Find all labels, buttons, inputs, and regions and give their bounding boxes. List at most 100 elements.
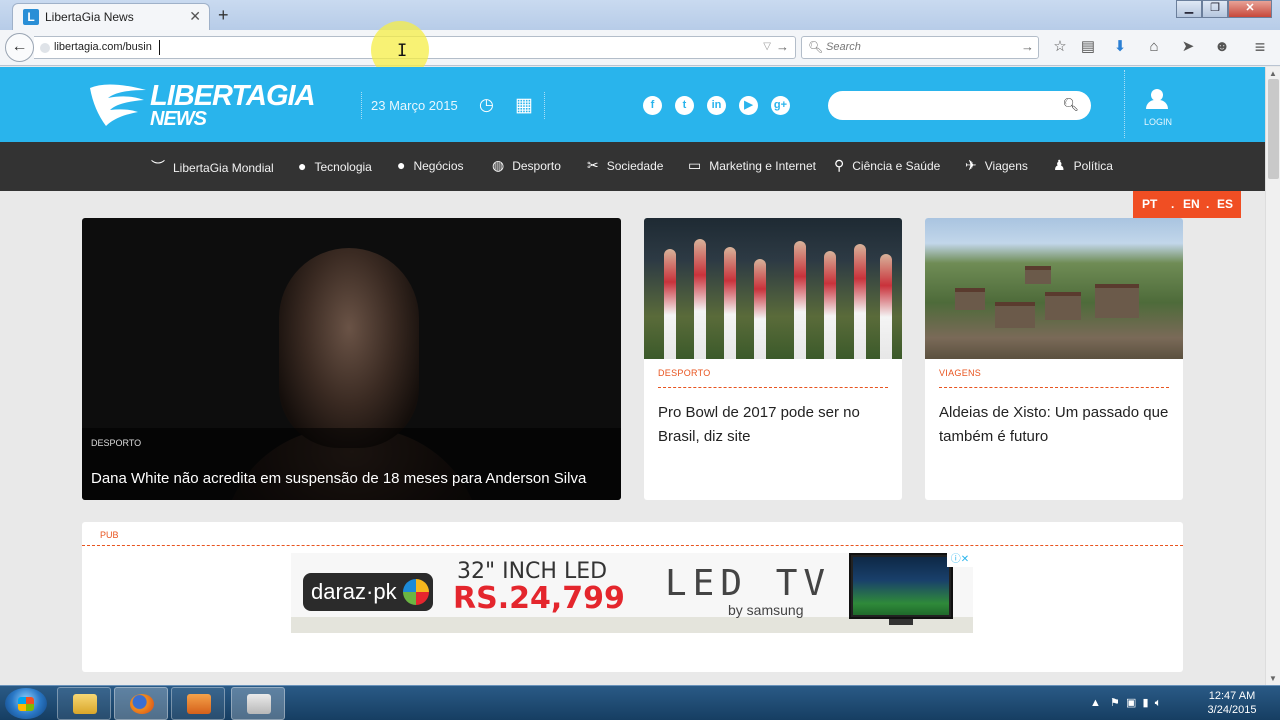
feature-category[interactable]: DESPORTO: [91, 438, 141, 448]
user-icon-body: [1146, 100, 1168, 109]
feature-title[interactable]: Dana White não acredita em suspensão de …: [91, 470, 586, 487]
browser-tab[interactable]: L LibertaGia News ✕: [12, 3, 210, 30]
system-tray[interactable]: ▲ ⚑ ▣ ▮ 🔈︎: [1090, 696, 1161, 710]
search-icon[interactable]: 🔍︎: [1062, 97, 1079, 113]
site-identity-icon[interactable]: [40, 43, 50, 53]
new-tab-icon[interactable]: +: [218, 5, 229, 26]
ad-footer-strip: [291, 617, 973, 633]
wings-logo-icon: [90, 84, 146, 126]
brand-ball-icon: [403, 579, 429, 605]
lang-pt[interactable]: PT: [1142, 197, 1157, 211]
lang-en[interactable]: EN: [1183, 197, 1200, 211]
nav-item-tecnologia[interactable]: ● Tecnologia: [298, 158, 372, 174]
header-divider: [1124, 70, 1125, 138]
reading-list-icon[interactable]: ▤: [1077, 36, 1099, 58]
article-category[interactable]: DESPORTO: [658, 368, 711, 378]
image-figure: [694, 239, 706, 359]
youtube-icon[interactable]: ▶: [739, 96, 758, 115]
taskbar-clock[interactable]: 12:47 AM 3/24/2015: [1200, 689, 1264, 717]
image-figure: [724, 247, 736, 359]
image-house: [1045, 292, 1081, 320]
feature-article[interactable]: DESPORTO Dana White não acredita em susp…: [82, 218, 621, 500]
ad-price: RS.24,799: [453, 581, 625, 616]
start-button[interactable]: [5, 688, 47, 719]
back-icon[interactable]: ←: [5, 33, 34, 62]
nav-item-sociedade[interactable]: ✂ Sociedade: [587, 157, 663, 174]
chat-icon[interactable]: ☻: [1211, 36, 1233, 58]
lang-es[interactable]: ES: [1217, 197, 1233, 211]
browser-search-input[interactable]: 🔍︎ Search →: [801, 36, 1039, 59]
clock-time: 12:47 AM: [1208, 690, 1256, 702]
download-icon[interactable]: ⬇: [1109, 36, 1131, 58]
window-controls: ▁ ❐ ✕: [1176, 0, 1272, 18]
menu-icon[interactable]: ≡: [1249, 36, 1271, 58]
mouse-cursor-icon: I: [397, 41, 408, 61]
plane-icon: ✈: [965, 157, 977, 173]
googleplus-icon[interactable]: g+: [771, 96, 790, 115]
image-figure: [880, 254, 892, 359]
nav-item-desporto[interactable]: ◍ Desporto: [492, 157, 561, 174]
language-switcher: PT . EN . ES: [1133, 191, 1241, 218]
search-icon: 🔍︎: [808, 40, 824, 54]
header-divider: [361, 92, 362, 119]
url-text[interactable]: libertagia.com/busin: [54, 41, 152, 53]
scroll-down-icon[interactable]: ▼: [1269, 674, 1277, 683]
taskbar-recorder[interactable]: [231, 687, 285, 720]
scroll-thumb[interactable]: [1268, 79, 1279, 179]
bulb-icon: ●: [298, 158, 307, 174]
category-nav: ︶ LibertaGia Mondial ● Tecnologia ● Negócio…: [0, 142, 1265, 191]
star-icon[interactable]: ☆: [1049, 36, 1071, 58]
ad-byline: by samsung: [728, 602, 804, 618]
tab-title: LibertaGia News: [45, 10, 134, 24]
nav-item-politica[interactable]: ♟ Política: [1053, 157, 1113, 174]
header-date: 23 Março 2015: [371, 98, 458, 113]
maximize-icon[interactable]: ❐: [1202, 0, 1228, 18]
header-divider: [544, 92, 545, 119]
nav-item-ciencia[interactable]: ⚲ Ciência e Saúde: [834, 157, 940, 174]
site-logo[interactable]: LIBERTAGIA NEWS: [88, 78, 316, 130]
taskbar-firefox[interactable]: [114, 687, 168, 720]
home-icon[interactable]: ⌂: [1143, 36, 1165, 58]
page-scrollbar[interactable]: ▲ ▼: [1265, 67, 1280, 685]
login-label: LOGIN: [1143, 117, 1172, 127]
twitter-icon[interactable]: t: [675, 96, 694, 115]
feature-image-face: [279, 248, 419, 448]
scroll-up-icon[interactable]: ▲: [1269, 69, 1277, 78]
nav-item-marketing[interactable]: ▭ Marketing e Internet: [688, 157, 816, 174]
close-tab-icon[interactable]: ✕: [189, 8, 201, 25]
article-card[interactable]: VIAGENS Aldeias de Xisto: Um passado que…: [925, 218, 1183, 500]
url-dropdown-icon[interactable]: ▽: [763, 41, 771, 52]
share-icon[interactable]: ➤: [1177, 36, 1199, 58]
article-title[interactable]: Aldeias de Xisto: Um passado que também …: [939, 401, 1171, 449]
mask-icon: ︶: [151, 159, 165, 175]
article-title[interactable]: Pro Bowl de 2017 pode ser no Brasil, diz…: [658, 401, 890, 449]
grid-icon[interactable]: ▦: [515, 94, 533, 117]
article-category[interactable]: VIAGENS: [939, 368, 981, 378]
flask-icon: ⚲: [834, 157, 845, 173]
taskbar-media[interactable]: [171, 687, 225, 720]
minimize-icon[interactable]: ▁: [1176, 0, 1202, 18]
adchoices-icon[interactable]: ⓘ✕: [947, 553, 973, 567]
search-go-icon[interactable]: →: [1021, 39, 1034, 54]
linkedin-icon[interactable]: in: [707, 96, 726, 115]
card-divider: [658, 387, 888, 388]
nav-item-viagens[interactable]: ✈ Viagens: [965, 157, 1028, 174]
image-figure: [754, 259, 766, 359]
window-close-icon[interactable]: ✕: [1228, 0, 1272, 18]
facebook-icon[interactable]: f: [643, 96, 662, 115]
ad-divider: [82, 545, 1183, 546]
ad-banner[interactable]: daraz·pk 32" INCH LED RS.24,799 LED TV b…: [291, 553, 973, 633]
site-search-input[interactable]: 🔍︎: [828, 91, 1091, 120]
image-figure: [664, 249, 676, 359]
ad-brand-text: daraz·pk: [311, 579, 397, 604]
ad-product: LED TV: [665, 563, 832, 604]
image-figure: [794, 241, 806, 359]
nav-item-libertagia-mondial[interactable]: ︶ LibertaGia Mondial: [151, 157, 274, 177]
lang-separator: .: [1171, 197, 1175, 211]
go-arrow-icon[interactable]: →: [776, 39, 789, 54]
article-card[interactable]: DESPORTO Pro Bowl de 2017 pode ser no Br…: [644, 218, 902, 500]
image-figure: [824, 251, 836, 359]
taskbar-explorer[interactable]: [57, 687, 111, 720]
clock-icon[interactable]: ◷: [479, 95, 494, 115]
nav-item-negocios[interactable]: ● Negócios: [397, 157, 464, 173]
